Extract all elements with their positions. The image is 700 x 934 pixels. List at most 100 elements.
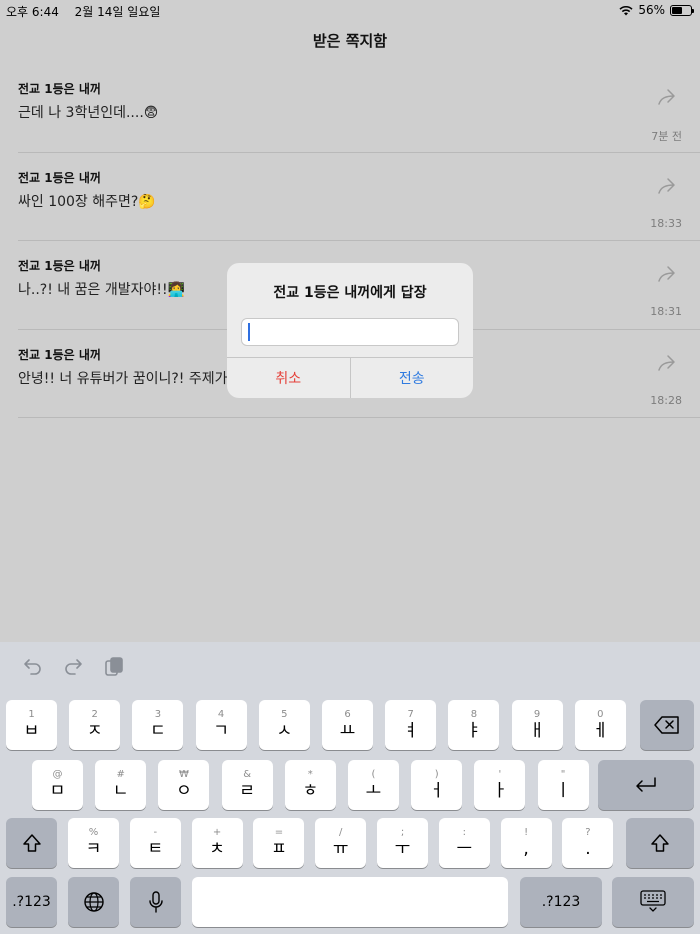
return-key[interactable] <box>598 760 694 810</box>
key[interactable]: ; ㅜ <box>377 818 428 868</box>
paste-icon[interactable] <box>103 656 125 678</box>
shift-icon <box>651 834 669 852</box>
key[interactable]: 0ㅔ <box>574 700 626 750</box>
key-label: ㅈ <box>86 721 103 741</box>
reply-arrow-icon[interactable] <box>656 88 676 106</box>
status-date: 2월 14일 일요일 <box>74 5 161 19</box>
key-hint: 2 <box>91 709 98 720</box>
key-hint: @ <box>52 769 63 780</box>
hide-keyboard-key[interactable] <box>612 877 694 927</box>
key[interactable]: :ㅡ <box>438 818 490 868</box>
key[interactable]: !, <box>500 818 552 868</box>
key[interactable]: 5ㅅ <box>258 700 310 750</box>
key-hint: 8 <box>470 709 478 720</box>
globe-icon <box>83 892 104 912</box>
key-label: ㄷ <box>150 721 166 741</box>
key[interactable]: " ㅣ <box>537 760 589 810</box>
message-sender: 전교 1등은 내꺼 <box>18 82 101 96</box>
key-label: ㅂ <box>23 721 40 741</box>
message-time: 18:31 <box>650 305 682 318</box>
key-hint: 1 <box>28 709 35 720</box>
reply-input[interactable] <box>241 318 459 346</box>
key-label: ㅗ <box>365 781 382 801</box>
key[interactable]: 6ㅛ <box>322 700 373 750</box>
list-item[interactable]: 전교 1등은 내꺼 싸인 100장 해주면?🤔 18:33 <box>18 153 700 241</box>
key[interactable]: ₩ ㅇ <box>158 760 210 810</box>
key-label: ㄹ <box>239 781 255 801</box>
key-label: ㅛ <box>339 721 356 741</box>
redo-icon[interactable] <box>62 656 84 678</box>
key[interactable]: 1ㅂ <box>6 700 57 750</box>
key[interactable]: + ㅊ <box>191 818 243 868</box>
key[interactable]: (ㅗ <box>348 760 399 810</box>
message-time: 18:28 <box>650 393 682 407</box>
key-hint: - <box>153 827 158 838</box>
key-label: ㅜ <box>394 839 411 859</box>
send-button[interactable]: 전송 <box>351 358 474 398</box>
status-bar: 오후 6:44 2월 14일 일요일 56% <box>0 0 700 20</box>
key-hint: 0 <box>597 709 604 720</box>
key[interactable]: 8ㅑ <box>448 700 500 750</box>
backspace-key[interactable] <box>640 700 694 750</box>
key-label: ㅕ <box>402 721 419 741</box>
key-hint: ! <box>524 827 529 838</box>
key[interactable]: / ㅠ <box>315 818 367 868</box>
key-hint: 6 <box>344 709 351 720</box>
space-key[interactable] <box>192 877 508 927</box>
dictation-key[interactable] <box>130 877 181 927</box>
key-hint: ) <box>434 769 439 780</box>
key[interactable]: = ㅍ <box>253 818 305 868</box>
key[interactable]: 2ㅈ <box>69 700 121 750</box>
globe-key[interactable] <box>68 877 119 927</box>
shift-key-right[interactable] <box>626 818 694 868</box>
reply-arrow-icon[interactable] <box>656 265 676 283</box>
cancel-button[interactable]: 취소 <box>227 358 351 398</box>
delete-icon <box>654 716 679 734</box>
reply-arrow-icon[interactable] <box>656 354 676 372</box>
key-label: ㅠ <box>332 839 349 859</box>
key[interactable]: -ㅌ <box>129 818 181 868</box>
numbers-key-left[interactable]: .?123 <box>6 877 57 927</box>
key-hint: # <box>116 769 125 780</box>
key[interactable]: ?. <box>562 818 614 868</box>
key-label: ㅋ <box>85 839 102 859</box>
key-hint: : <box>462 827 466 838</box>
key-label: ㅑ <box>466 721 482 741</box>
key-hint: 9 <box>533 709 541 720</box>
key[interactable]: & ㄹ <box>221 760 273 810</box>
key[interactable]: 4ㄱ <box>195 700 247 750</box>
return-icon <box>636 777 656 792</box>
key[interactable]: 9ㅐ <box>511 700 563 750</box>
key-hint: 5 <box>281 709 288 720</box>
key[interactable]: @ ㅁ <box>32 760 83 810</box>
key-hint: / <box>339 827 343 838</box>
message-time: 18:33 <box>650 216 682 230</box>
key-label: ㅍ <box>271 839 287 859</box>
undo-icon[interactable] <box>22 656 44 678</box>
keyboard: 1ㅂ2ㅈ3ㄷ4ㄱ5ㅅ6ㅛ7ㅕ8ㅑ9ㅐ0ㅔ @ ㅁ # ㄴ ₩ ㅇ & ㄹ * ㅎ(ㅗ) ㅓ ' ㅏ " ㅣ … <box>0 642 700 934</box>
key-hint: * <box>307 769 313 780</box>
message-text: 안녕!! 너 유튜버가 꿈이니?! 주제가 뭐 <box>18 370 245 387</box>
text-caret <box>248 323 250 341</box>
key[interactable]: 7ㅕ <box>385 700 437 750</box>
numbers-key-right[interactable]: .?123 <box>520 877 602 927</box>
list-item[interactable]: 전교 1등은 내꺼 근데 나 3학년인데....😨 7분 전 <box>18 64 700 153</box>
key[interactable]: * ㅎ <box>284 760 336 810</box>
key-label: ㅊ <box>209 839 225 859</box>
key[interactable]: 3ㄷ <box>132 700 184 750</box>
key-label: ㅌ <box>147 839 164 859</box>
key-hint: + <box>212 827 222 838</box>
key-label: ㅅ <box>276 721 293 741</box>
reply-arrow-icon[interactable] <box>656 177 676 195</box>
key-hint: % <box>88 827 99 838</box>
key[interactable]: # ㄴ <box>95 760 147 810</box>
key[interactable]: ) ㅓ <box>411 760 463 810</box>
numbers-key-label: .?123 <box>541 894 581 910</box>
key-label: ㅇ <box>176 781 192 801</box>
shift-key-left[interactable] <box>6 818 57 868</box>
key[interactable]: ' ㅏ <box>474 760 526 810</box>
key[interactable]: % ㅋ <box>68 818 119 868</box>
key-hint: ( <box>371 769 376 780</box>
battery-icon <box>670 4 694 16</box>
key-label: ㅎ <box>302 781 319 801</box>
